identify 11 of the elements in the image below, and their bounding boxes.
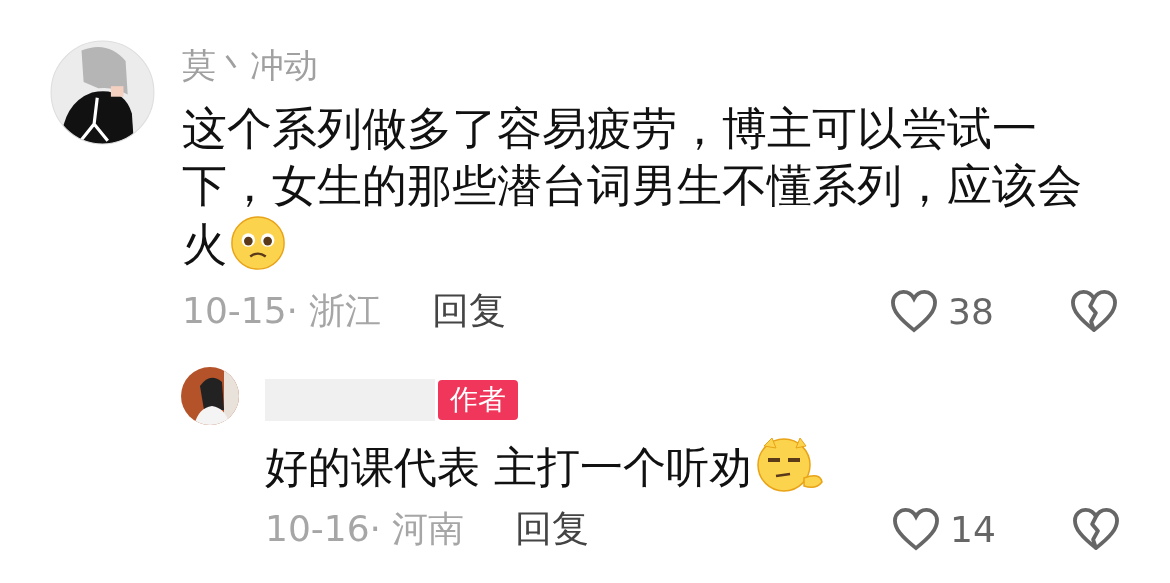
date-location: 10-16· 河南 — [265, 506, 465, 551]
heart-icon[interactable] — [892, 507, 940, 551]
reply-button[interactable]: 回复 — [514, 504, 589, 554]
like-count: 38 — [948, 290, 994, 332]
reply-text: 好的课代表 主打一个听劝 — [265, 434, 1170, 496]
like-count: 14 — [950, 508, 996, 550]
reply-button[interactable]: 回复 — [431, 286, 506, 336]
comment-text: 这个系列做多了容易疲劳，博主可以尝试一下，女生的那些潜台词男生不懂系列，应该会火 — [182, 101, 1083, 273]
date-location: 10-15· 浙江 — [182, 288, 382, 333]
author-badge: 作者 — [438, 380, 518, 420]
heart-icon[interactable] — [890, 289, 938, 333]
